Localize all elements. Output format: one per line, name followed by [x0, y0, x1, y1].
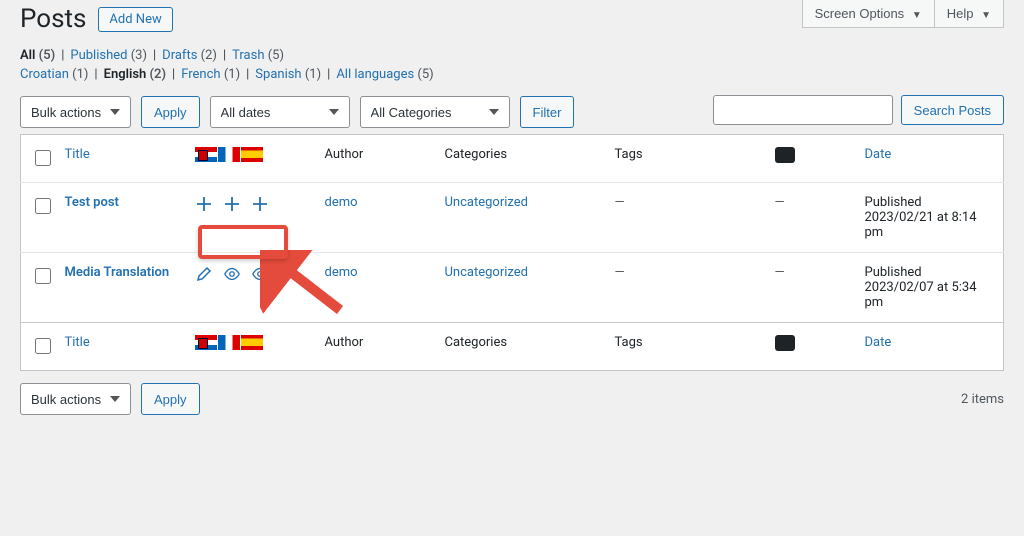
author-link[interactable]: demo: [325, 265, 358, 280]
lang-filter-french[interactable]: French (1): [181, 67, 240, 82]
bulk-apply-button-bottom[interactable]: Apply: [141, 383, 200, 415]
lang-filter-spanish[interactable]: Spanish (1): [255, 67, 321, 82]
tags-value: —: [615, 195, 625, 210]
col-comments[interactable]: [765, 135, 855, 183]
posts-table: Title Author Categories Tags Date Test p…: [20, 134, 1004, 371]
page-title: Posts: [20, 4, 86, 34]
flag-es-icon: [241, 335, 263, 350]
select-all-checkbox-foot[interactable]: [35, 338, 51, 354]
lang-filter-english[interactable]: English (2): [104, 67, 166, 82]
status-filter-all[interactable]: All (5): [20, 48, 55, 63]
chevron-down-icon: ▼: [981, 10, 991, 21]
screen-meta-links: Screen Options ▼ Help ▼: [802, 0, 1004, 28]
flag-hr-icon: [195, 335, 217, 350]
bulk-apply-button[interactable]: Apply: [141, 96, 200, 128]
table-row: Test post demo Uncategorized — — Published202…: [21, 183, 1004, 253]
category-link[interactable]: Uncategorized: [445, 265, 528, 280]
search-posts-button[interactable]: Search Posts: [901, 95, 1004, 125]
col-title-foot[interactable]: Title: [55, 323, 185, 371]
screen-options-label: Screen Options: [815, 6, 905, 21]
comment-icon: [775, 147, 795, 163]
view-translation-fr-icon[interactable]: [223, 265, 241, 283]
flag-es-icon: [241, 147, 263, 162]
comment-icon: [775, 335, 795, 351]
col-author: Author: [315, 135, 435, 183]
author-link[interactable]: demo: [325, 195, 358, 210]
search-box: Search Posts: [713, 95, 1004, 125]
help-button[interactable]: Help ▼: [934, 0, 1004, 28]
status-filter-published[interactable]: Published (3): [70, 48, 147, 63]
status-filter-drafts[interactable]: Drafts (2): [162, 48, 217, 63]
status-filter-trash[interactable]: Trash (5): [232, 48, 284, 63]
col-categories: Categories: [435, 135, 605, 183]
date-cell: Published2023/02/21 at 8:14 pm: [855, 183, 1004, 253]
table-row: Media Translation demo Uncategorized — — Publ…: [21, 253, 1004, 323]
category-filter-select[interactable]: All Categories: [360, 96, 510, 128]
col-tags: Tags: [605, 135, 765, 183]
add-translation-es-icon[interactable]: [251, 195, 269, 213]
add-translation-hr-icon[interactable]: [195, 195, 213, 213]
col-translations: [185, 135, 315, 183]
tags-value: —: [615, 265, 625, 280]
lang-filter-all-languages[interactable]: All languages (5): [336, 67, 433, 82]
col-date[interactable]: Date: [855, 135, 1004, 183]
row-checkbox[interactable]: [35, 268, 51, 284]
post-title-link[interactable]: Media Translation: [65, 265, 170, 280]
items-count-bottom: 2 items: [961, 392, 1004, 407]
col-title[interactable]: Title: [55, 135, 185, 183]
search-input[interactable]: [713, 95, 893, 125]
status-filter-row: All (5)|Published (3)|Drafts (2)|Trash (…: [20, 48, 1004, 63]
select-all-checkbox[interactable]: [35, 150, 51, 166]
bulk-actions-select-bottom[interactable]: Bulk actions: [20, 383, 131, 415]
edit-translation-hr-icon[interactable]: [195, 265, 213, 283]
filter-button[interactable]: Filter: [520, 96, 575, 128]
add-translation-fr-icon[interactable]: [223, 195, 241, 213]
tablenav-bottom: Bulk actions Apply 2 items: [20, 383, 1004, 415]
comments-value: —: [775, 195, 785, 210]
language-filter-row: Croatian (1)|English (2)|French (1)|Span…: [20, 67, 1004, 82]
select-all-header: [21, 135, 55, 183]
row-checkbox[interactable]: [35, 198, 51, 214]
add-new-button[interactable]: Add New: [98, 7, 172, 32]
comments-value: —: [775, 265, 785, 280]
lang-filter-croatian[interactable]: Croatian (1): [20, 67, 88, 82]
bulk-actions-select[interactable]: Bulk actions: [20, 96, 131, 128]
view-translation-es-icon[interactable]: [251, 265, 269, 283]
chevron-down-icon: ▼: [912, 10, 922, 21]
flag-hr-icon: [195, 147, 217, 162]
help-label: Help: [947, 6, 974, 21]
date-filter-select[interactable]: All dates: [210, 96, 350, 128]
flag-fr-icon: [218, 147, 240, 162]
post-title-link[interactable]: Test post: [65, 195, 119, 210]
flag-fr-icon: [218, 335, 240, 350]
category-link[interactable]: Uncategorized: [445, 195, 528, 210]
date-cell: Published2023/02/07 at 5:34 pm: [855, 253, 1004, 323]
screen-options-button[interactable]: Screen Options ▼: [802, 0, 935, 28]
